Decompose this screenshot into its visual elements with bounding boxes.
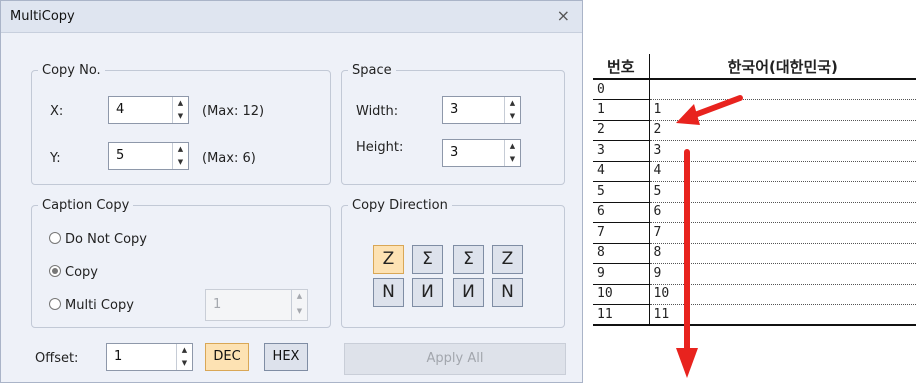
- table-row: 66: [593, 202, 916, 223]
- row-number-cell[interactable]: 4: [593, 161, 650, 182]
- value-cell[interactable]: 3: [649, 140, 916, 162]
- value-cell[interactable]: 10: [649, 284, 916, 305]
- table-row: 11 11: [593, 304, 916, 326]
- row-number-cell[interactable]: 5: [593, 181, 650, 203]
- table-row: 55: [593, 181, 916, 203]
- row-number-cell[interactable]: 0: [593, 79, 650, 100]
- y-down-icon[interactable]: ▼: [173, 156, 188, 169]
- table-row: 0: [593, 79, 916, 100]
- x-up-icon[interactable]: ▲: [173, 97, 188, 110]
- value-cell[interactable]: 5: [649, 181, 916, 203]
- copy-no-legend: Copy No.: [42, 63, 101, 78]
- value-cell[interactable]: 4: [649, 161, 916, 182]
- row-number-cell[interactable]: 2: [593, 120, 650, 141]
- width-down-icon[interactable]: ▼: [505, 110, 520, 123]
- direction-button-7[interactable]: И: [453, 278, 484, 307]
- value-cell[interactable]: 6: [649, 202, 916, 223]
- radio-checked-icon: [49, 265, 61, 277]
- direction-button-3[interactable]: Σ: [453, 245, 484, 274]
- table-row: 10 10: [593, 284, 916, 305]
- x-down-icon[interactable]: ▼: [173, 110, 188, 123]
- height-label: Height:: [356, 140, 404, 155]
- close-icon[interactable]: ×: [557, 6, 570, 25]
- value-cell[interactable]: 11: [649, 304, 916, 326]
- row-number-cell[interactable]: 10: [593, 284, 650, 305]
- direction-button-6[interactable]: И: [412, 278, 443, 307]
- value-cell[interactable]: 1: [649, 99, 916, 121]
- y-label: Y:: [50, 151, 61, 166]
- table-row: 44: [593, 161, 916, 182]
- row-number-cell[interactable]: 1: [593, 99, 650, 121]
- y-max-text: (Max: 6): [202, 151, 256, 166]
- radio-copy-label: Copy: [65, 265, 98, 280]
- offset-down-icon[interactable]: ▼: [177, 357, 192, 370]
- offset-stepper[interactable]: 1 ▲ ▼: [106, 343, 193, 371]
- direction-button-4[interactable]: Z: [492, 245, 523, 274]
- width-stepper[interactable]: 3 ▲ ▼: [442, 96, 521, 124]
- direction-button-1[interactable]: Z: [373, 245, 404, 274]
- radio-multi-copy-label: Multi Copy: [65, 298, 134, 313]
- direction-button-5[interactable]: N: [373, 278, 404, 307]
- caption-copy-legend: Caption Copy: [42, 198, 130, 213]
- row-number-cell[interactable]: 7: [593, 222, 650, 244]
- x-label: X:: [50, 104, 64, 119]
- dialog-title: MultiCopy: [10, 9, 75, 24]
- title-bar[interactable]: MultiCopy ×: [1, 1, 582, 33]
- width-value: 3: [450, 102, 459, 117]
- y-up-icon[interactable]: ▲: [173, 143, 188, 156]
- x-max-text: (Max: 12): [202, 104, 265, 119]
- height-value: 3: [450, 145, 459, 160]
- copy-direction-legend: Copy Direction: [352, 198, 448, 213]
- height-down-icon[interactable]: ▼: [505, 153, 520, 166]
- row-number-cell[interactable]: 8: [593, 243, 650, 264]
- multi-copy-stepper: 1 ▲ ▼: [205, 289, 308, 321]
- table-row: 22: [593, 120, 916, 141]
- value-cell[interactable]: [649, 79, 916, 100]
- offset-value: 1: [114, 349, 123, 364]
- radio-circle-icon: [49, 232, 61, 244]
- header-number: 번호: [593, 54, 650, 80]
- dec-button[interactable]: DEC: [205, 343, 249, 371]
- row-number-cell[interactable]: 9: [593, 263, 650, 285]
- radio-do-not-copy-label: Do Not Copy: [65, 232, 147, 247]
- height-up-icon[interactable]: ▲: [505, 140, 520, 153]
- radio-do-not-copy[interactable]: Do Not Copy: [49, 232, 147, 247]
- value-cell[interactable]: 2: [649, 120, 916, 141]
- multicopy-dialog: MultiCopy × Copy No. X: 4 ▲ ▼ (Max: 12) …: [0, 0, 583, 383]
- row-number-cell[interactable]: 11: [593, 304, 650, 326]
- offset-label: Offset:: [35, 351, 79, 366]
- value-cell[interactable]: 8: [649, 243, 916, 264]
- multi-copy-up-icon: ▲: [296, 292, 303, 300]
- table-row: 77: [593, 222, 916, 244]
- width-up-icon[interactable]: ▲: [505, 97, 520, 110]
- y-value: 5: [116, 148, 125, 163]
- multi-copy-value: 1: [213, 297, 222, 312]
- value-cell[interactable]: 7: [649, 222, 916, 244]
- row-number-cell[interactable]: 6: [593, 202, 650, 223]
- apply-all-button[interactable]: Apply All: [344, 343, 566, 375]
- direction-button-8[interactable]: N: [492, 278, 523, 307]
- multi-copy-down-icon: ▼: [296, 307, 303, 315]
- table-row: 88: [593, 243, 916, 264]
- spreadsheet-table: 번호 한국어(대한민국) 0 11 22 33 44 55 66 77 88 9…: [593, 54, 916, 326]
- hex-button[interactable]: HEX: [264, 343, 308, 371]
- radio-copy[interactable]: Copy: [49, 265, 98, 280]
- x-value: 4: [116, 102, 125, 117]
- table-row: 99: [593, 263, 916, 285]
- radio-circle-icon: [49, 298, 61, 310]
- y-stepper[interactable]: 5 ▲ ▼: [108, 142, 189, 170]
- width-label: Width:: [356, 104, 399, 119]
- row-number-cell[interactable]: 3: [593, 140, 650, 162]
- offset-up-icon[interactable]: ▲: [177, 344, 192, 357]
- table-row: 11: [593, 99, 916, 121]
- x-stepper[interactable]: 4 ▲ ▼: [108, 96, 189, 124]
- height-stepper[interactable]: 3 ▲ ▼: [442, 139, 521, 167]
- value-cell[interactable]: 9: [649, 263, 916, 285]
- header-korean: 한국어(대한민국): [649, 54, 916, 80]
- radio-multi-copy[interactable]: Multi Copy: [49, 298, 134, 313]
- spreadsheet-panel: 번호 한국어(대한민국) 0 11 22 33 44 55 66 77 88 9…: [590, 0, 916, 383]
- direction-button-2[interactable]: Σ: [412, 245, 443, 274]
- space-legend: Space: [352, 63, 392, 78]
- table-row: 33: [593, 140, 916, 162]
